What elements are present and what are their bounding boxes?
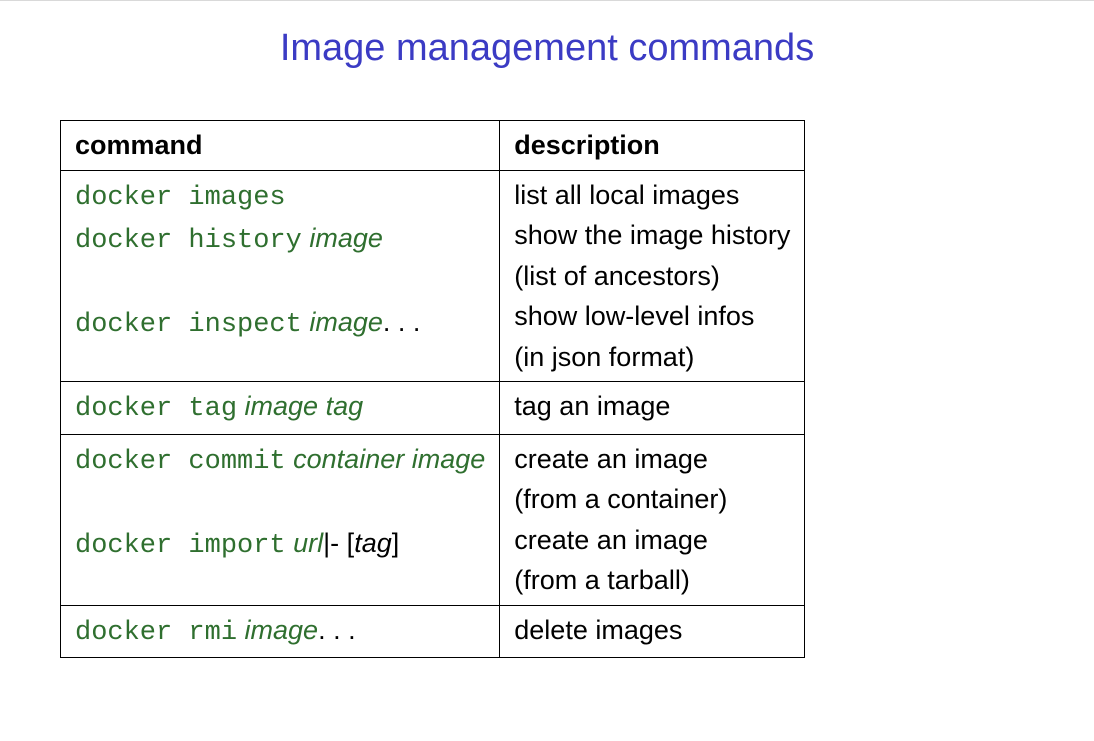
command-text: docker images [75, 183, 286, 213]
command-text: docker history [75, 226, 302, 256]
slide-title: Image management commands [60, 27, 1034, 70]
command-arg: container image [286, 444, 486, 474]
description-text: show low-level infos (in json format) [514, 296, 790, 377]
table-row: docker commit container image docker imp… [61, 434, 805, 605]
table-row: docker rmi image. . . delete images [61, 605, 805, 658]
description-text: show the image history (list of ancestor… [514, 215, 790, 296]
description-text: tag an image [514, 391, 670, 421]
command-extra: ] [392, 528, 400, 558]
commands-table: command description docker images docker… [60, 120, 805, 658]
description-text: list all local images [514, 175, 790, 216]
command-text: docker inspect [75, 310, 302, 340]
description-cell: create an image (from a container) creat… [500, 434, 805, 605]
description-cell: list all local images show the image his… [500, 170, 805, 382]
header-description: description [500, 121, 805, 171]
table-row: docker images docker history image docke… [61, 170, 805, 382]
command-text: docker rmi [75, 618, 237, 648]
description-text: delete images [514, 615, 682, 645]
description-cell: tag an image [500, 382, 805, 435]
command-arg: image [302, 223, 383, 253]
command-arg: tag [354, 528, 392, 558]
table-header-row: command description [61, 121, 805, 171]
command-cell: docker rmi image. . . [61, 605, 500, 658]
table-row: docker tag image tag tag an image [61, 382, 805, 435]
command-extra: [ [339, 528, 354, 558]
command-arg: image [302, 307, 383, 337]
slide: Image management commands command descri… [0, 0, 1094, 741]
command-cell: docker tag image tag [61, 382, 500, 435]
command-trail: . . . [318, 615, 356, 645]
command-arg: url [286, 528, 324, 558]
command-text: docker commit [75, 447, 286, 477]
description-cell: delete images [500, 605, 805, 658]
description-text: create an image (from a container) [514, 439, 790, 520]
header-command: command [61, 121, 500, 171]
command-trail: . . . [383, 307, 421, 337]
command-text: docker import [75, 531, 286, 561]
command-text: docker tag [75, 394, 237, 424]
command-arg: image [237, 615, 318, 645]
command-cell: docker images docker history image docke… [61, 170, 500, 382]
command-extra: |- [323, 528, 339, 558]
command-arg: image tag [237, 391, 363, 421]
description-text: create an image (from a tarball) [514, 520, 790, 601]
command-cell: docker commit container image docker imp… [61, 434, 500, 605]
